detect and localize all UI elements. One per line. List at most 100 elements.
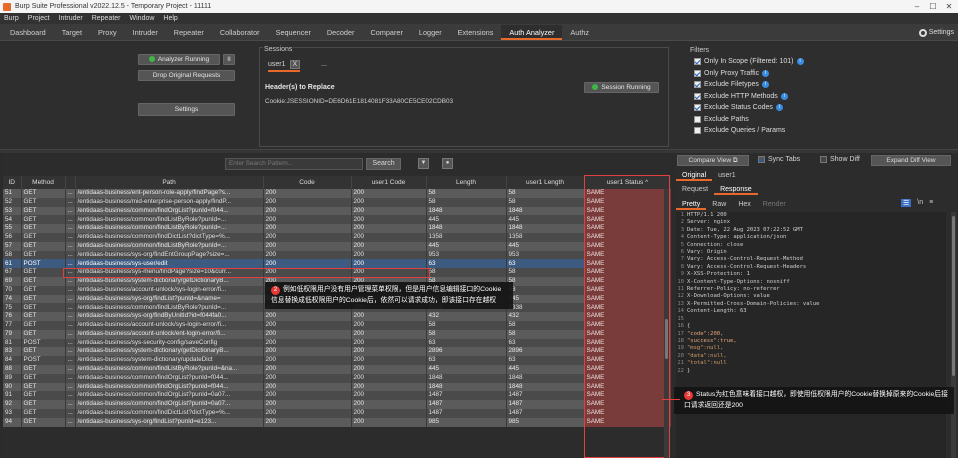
filter-row[interactable]: Exclude Filetypes i — [694, 79, 952, 91]
table-row[interactable]: 88 GET.../entidaas-business/common/findLi… — [3, 364, 671, 374]
sync-tabs-toggle[interactable]: Sync Tabs — [758, 156, 800, 163]
menu-help[interactable]: Help — [163, 15, 177, 22]
table-scrollbar-thumb[interactable] — [665, 319, 668, 359]
filter-row[interactable]: Only In Scope (Filtered: 101) i — [694, 56, 952, 68]
newline-icon[interactable]: \n — [917, 199, 923, 207]
tab-target[interactable]: Target — [54, 25, 90, 40]
response-scrollbar-thumb[interactable] — [952, 216, 955, 376]
tab-user1[interactable]: user1 — [712, 170, 742, 181]
session-running-button[interactable]: Session Running — [584, 82, 659, 93]
add-session-button[interactable]: ... — [321, 61, 327, 68]
menu-burp[interactable]: Burp — [4, 15, 19, 22]
table-row[interactable]: 52 GET.../entidaas-business/mid-enterpris… — [3, 197, 671, 207]
filter-row[interactable]: Exclude Status Codes i — [694, 102, 952, 114]
settings-button[interactable]: Settings — [138, 103, 235, 116]
table-row[interactable]: 92 GET.../entidaas-business/common/findOr… — [3, 400, 671, 409]
filter-row[interactable]: Exclude Paths — [694, 114, 952, 126]
filter-checkbox[interactable] — [694, 69, 701, 77]
info-icon[interactable]: i — [761, 81, 769, 89]
table-row[interactable]: 56 GET.../entidaas-business/common/findDi… — [3, 232, 671, 242]
tab-auth-analyzer[interactable]: Auth Analyzer — [501, 25, 563, 40]
table-row[interactable]: 77 GET.../entidaas-business/account-unloc… — [3, 320, 671, 330]
table-row[interactable]: 81 POST.../entidaas-business/sys-security… — [3, 338, 671, 348]
tab-request[interactable]: Request — [676, 184, 714, 195]
column-header[interactable] — [65, 176, 76, 189]
filter-checkbox[interactable] — [694, 92, 701, 100]
table-row[interactable]: 51 GET.../entidaas-business/ent-person-ro… — [3, 189, 671, 198]
table-row[interactable]: 84 POST.../entidaas-business/system-dicti… — [3, 356, 671, 365]
wrap-icon[interactable]: ☰ — [901, 199, 912, 207]
session-tab-user1[interactable]: user1 X — [268, 60, 301, 72]
show-diff-toggle[interactable]: Show Diff — [820, 156, 860, 163]
column-header[interactable]: ID — [3, 176, 22, 189]
table-row[interactable]: 89 GET.../entidaas-business/common/findOr… — [3, 373, 671, 383]
search-input[interactable]: Enter Search Pattern... — [225, 158, 363, 170]
tab-original[interactable]: Original — [676, 170, 713, 181]
column-header[interactable]: Length — [426, 176, 507, 189]
column-header[interactable]: user1 Code — [351, 176, 427, 189]
table-row[interactable]: 94 GET.../entidaas-business/sys-org/findL… — [3, 417, 671, 427]
filter-checkbox[interactable] — [694, 104, 701, 112]
table-row[interactable]: 76 GET.../entidaas-business/sys-org/findB… — [3, 312, 671, 321]
analyzer-running-button[interactable]: Analyzer Running — [138, 54, 220, 65]
tab-proxy[interactable]: Proxy — [90, 25, 125, 40]
maximize-icon[interactable]: ☐ — [926, 0, 940, 13]
minimize-icon[interactable]: – — [910, 0, 924, 13]
tab-pretty[interactable]: Pretty — [676, 199, 707, 210]
filter-checkbox[interactable] — [694, 115, 701, 123]
close-session-button[interactable]: X — [289, 60, 301, 69]
tab-authz[interactable]: Authz — [562, 25, 597, 40]
column-header[interactable]: Method — [21, 176, 66, 189]
tab-extensions[interactable]: Extensions — [450, 25, 502, 40]
filter-icon[interactable]: ▼ — [418, 158, 429, 169]
tab-dashboard[interactable]: Dashboard — [2, 25, 54, 40]
pause-button[interactable]: II — [223, 54, 235, 65]
table-scrollbar[interactable] — [664, 189, 669, 458]
close-icon[interactable]: ✕ — [942, 0, 956, 13]
info-icon[interactable]: i — [775, 104, 783, 112]
tab-logger[interactable]: Logger — [411, 25, 450, 40]
filter-checkbox[interactable] — [694, 58, 701, 66]
column-header[interactable]: Code — [263, 176, 352, 189]
table-row[interactable]: 61 POST.../entidaas-business/sys-user/edi… — [3, 259, 671, 269]
tab-repeater[interactable]: Repeater — [166, 25, 212, 40]
info-icon[interactable]: i — [796, 58, 804, 66]
table-row[interactable]: 79 GET.../entidaas-business/account-unloc… — [3, 329, 671, 339]
menu-icon[interactable]: ≡ — [929, 199, 933, 207]
tab-comparer[interactable]: Comparer — [362, 25, 410, 40]
column-header[interactable]: Path — [75, 176, 264, 189]
table-row[interactable]: 53 GET.../entidaas-business/common/findOr… — [3, 206, 671, 216]
tab-intruder[interactable]: Intruder — [125, 25, 166, 40]
filter-row[interactable]: Exclude HTTP Methods i — [694, 91, 952, 103]
menu-repeater[interactable]: Repeater — [92, 15, 121, 22]
show-diff-checkbox[interactable] — [820, 156, 827, 163]
menu-project[interactable]: Project — [28, 15, 50, 22]
tab-response[interactable]: Response — [714, 184, 758, 195]
settings-link[interactable]: Settings — [918, 26, 954, 39]
table-row[interactable]: 91 GET.../entidaas-business/common/findOr… — [3, 391, 671, 401]
filter-row[interactable]: Exclude Queries / Params — [694, 125, 952, 137]
table-row[interactable]: 57 GET.../entidaas-business/common/findLi… — [3, 241, 671, 251]
table-row[interactable]: 67 GET.../entidaas-business/sys-menu/find… — [3, 268, 671, 277]
table-row[interactable]: 54 GET.../entidaas-business/common/findLi… — [3, 215, 671, 225]
info-icon[interactable]: i — [762, 69, 770, 77]
response-viewer[interactable]: 1 HTTP/1.1 200 2 Server: nginx 3 Date: Tue, 2… — [676, 212, 946, 458]
expand-diff-button[interactable]: Expand Diff View — [871, 155, 951, 166]
table-row[interactable]: 90 GET.../entidaas-business/common/findOr… — [3, 382, 671, 392]
info-icon[interactable]: i — [780, 92, 788, 100]
filter-row[interactable]: Only Proxy Traffic i — [694, 68, 952, 80]
column-header[interactable]: user1 Length — [506, 176, 585, 189]
table-row[interactable]: 93 GET.../entidaas-business/common/findDi… — [3, 408, 671, 418]
drop-original-button[interactable]: Drop Original Requests — [138, 70, 235, 81]
header-replace-value[interactable]: Cookie:JSESSIONID=DE6D61E1814081F33A80CE… — [265, 98, 453, 105]
table-row[interactable]: 55 GET.../entidaas-business/common/findLi… — [3, 224, 671, 233]
column-header[interactable]: user1 Status ^ — [584, 176, 671, 189]
sync-tabs-checkbox[interactable] — [758, 156, 765, 163]
filter-checkbox[interactable] — [694, 127, 701, 135]
filter-checkbox[interactable] — [694, 81, 701, 89]
menu-window[interactable]: Window — [130, 15, 155, 22]
tab-decoder[interactable]: Decoder — [319, 25, 363, 40]
options-icon[interactable]: ● — [442, 158, 453, 169]
search-button[interactable]: Search — [366, 158, 401, 170]
tab-sequencer[interactable]: Sequencer — [268, 25, 319, 40]
